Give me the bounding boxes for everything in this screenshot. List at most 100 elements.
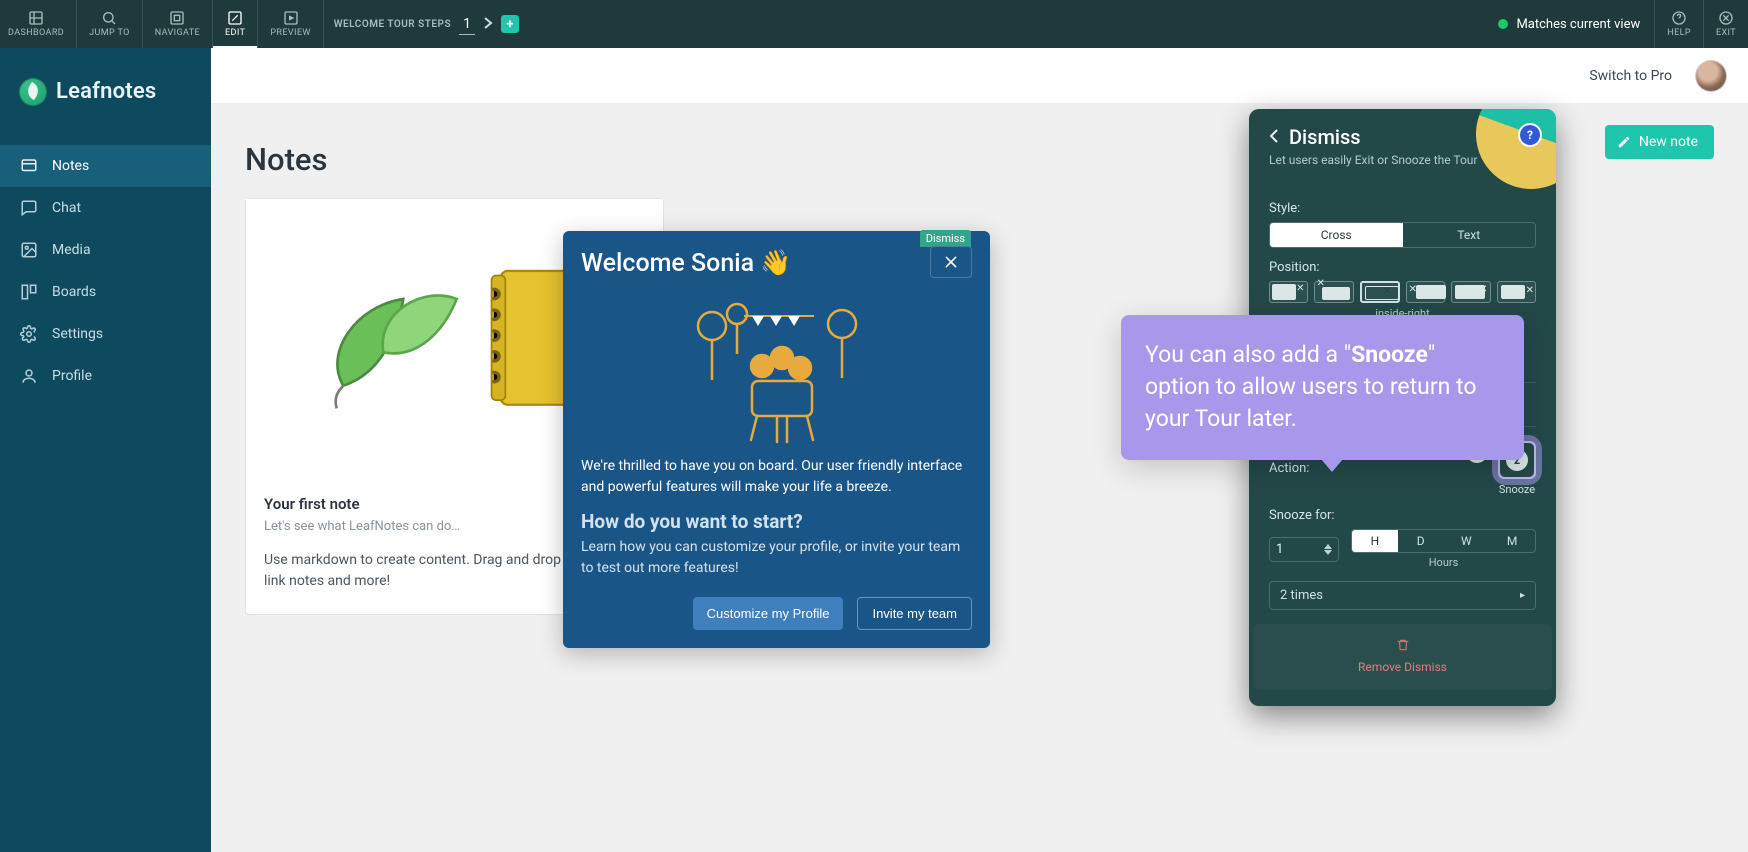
step-next-button[interactable]: [483, 17, 493, 32]
dismiss-element-tag[interactable]: Dismiss: [920, 230, 971, 247]
snooze-unit-segmented: H D W M: [1351, 529, 1536, 553]
spinner-up[interactable]: [1324, 544, 1332, 549]
topbar-label: EDIT: [225, 28, 245, 38]
style-option-text[interactable]: Text: [1403, 223, 1536, 247]
boards-icon: [20, 283, 38, 301]
position-option-far-right[interactable]: ✕: [1497, 281, 1536, 303]
leafnotes-sidebar: Leafnotes Notes Chat Media Boards Settin…: [0, 48, 211, 852]
style-segmented: Cross Text: [1269, 222, 1536, 248]
topbar-exit[interactable]: EXIT: [1704, 0, 1748, 48]
topbar-edit[interactable]: EDIT: [213, 0, 258, 48]
customize-profile-button[interactable]: Customize my Profile: [693, 597, 844, 630]
caret-right-icon: ▸: [1520, 590, 1525, 601]
number-spinner: [1324, 544, 1332, 555]
panel-subtitle: Let users easily Exit or Snooze the Tour: [1269, 153, 1536, 167]
welcome-modal: Welcome Sonia 👋 Dismiss We're thrilled: [563, 231, 990, 648]
close-icon: [943, 254, 959, 270]
sidebar-item-label: Profile: [52, 368, 92, 384]
unit-option-months[interactable]: M: [1489, 530, 1535, 552]
panel-back-button[interactable]: [1269, 128, 1279, 147]
status-text: Matches current view: [1516, 17, 1640, 32]
steps-label: WELCOME TOUR STEPS: [334, 19, 451, 30]
topbar-label: NAVIGATE: [155, 28, 200, 38]
sidebar-item-media[interactable]: Media: [0, 229, 211, 271]
topbar-label: JUMP TO: [89, 28, 130, 38]
invite-team-button[interactable]: Invite my team: [857, 597, 972, 630]
snooze-times-select[interactable]: 2 times ▸: [1269, 581, 1536, 610]
welcome-paragraph: We're thrilled to have you on board. Our…: [581, 456, 972, 498]
sidebar-item-label: Media: [52, 242, 91, 258]
topbar-label: DASHBOARD: [8, 28, 64, 38]
topbar-dashboard[interactable]: DASHBOARD: [0, 0, 77, 48]
sidebar-item-chat[interactable]: Chat: [0, 187, 211, 229]
new-note-button[interactable]: New note: [1605, 125, 1714, 159]
snooze-number-input[interactable]: 1: [1269, 537, 1339, 562]
leafnotes-header: Switch to Pro: [211, 48, 1748, 103]
style-label: Style:: [1269, 201, 1536, 216]
search-icon: [101, 10, 117, 26]
navigate-icon: [169, 10, 185, 26]
topbar-preview[interactable]: PREVIEW: [258, 0, 323, 48]
sidebar-item-label: Chat: [52, 200, 81, 216]
position-option-corner-right[interactable]: ✕: [1451, 281, 1490, 303]
trash-icon: [1396, 641, 1410, 656]
unit-option-days[interactable]: D: [1398, 530, 1444, 552]
new-note-icon: [1617, 135, 1631, 149]
welcome-paragraph: Learn how you can customize your profile…: [581, 537, 972, 579]
welcome-head: Welcome Sonia 👋 Dismiss: [563, 231, 990, 286]
gear-icon: [20, 325, 38, 343]
help-circle-icon: [1671, 10, 1687, 26]
switch-to-pro-link[interactable]: Switch to Pro: [1589, 68, 1672, 84]
sidebar-item-label: Boards: [52, 284, 96, 300]
step-number-input[interactable]: 1: [459, 14, 475, 35]
snooze-for-label: Snooze for:: [1269, 508, 1536, 523]
sidebar-item-profile[interactable]: Profile: [0, 355, 211, 397]
coach-tooltip: You can also add a "Snooze" option to al…: [1121, 315, 1524, 460]
snooze-controls: 1 H D W M Hours: [1269, 529, 1536, 569]
position-option-outer-left[interactable]: ✕: [1269, 281, 1308, 303]
add-step-button[interactable]: +: [501, 15, 519, 33]
sidebar-item-settings[interactable]: Settings: [0, 313, 211, 355]
position-option-inside-left[interactable]: ✕: [1406, 281, 1445, 303]
topbar-help[interactable]: HELP: [1654, 0, 1704, 48]
button-label: New note: [1639, 134, 1698, 150]
play-icon: [283, 10, 299, 26]
spinner-down[interactable]: [1324, 550, 1332, 555]
welcome-illustration: [563, 286, 990, 456]
input-value: 1: [1276, 542, 1283, 557]
image-icon: [20, 241, 38, 259]
user-icon: [20, 367, 38, 385]
welcome-title: Welcome Sonia 👋: [581, 249, 791, 278]
sidebar-item-label: Settings: [52, 326, 103, 342]
remove-dismiss-button[interactable]: Remove Dismiss: [1253, 660, 1552, 674]
unit-option-weeks[interactable]: W: [1444, 530, 1490, 552]
tooltip-text: You can also add a ": [1145, 341, 1351, 368]
brand-name: Leafnotes: [56, 79, 156, 104]
sidebar-item-notes[interactable]: Notes: [0, 145, 211, 187]
topbar-label: EXIT: [1716, 28, 1736, 38]
topbar-jumpto[interactable]: JUMP TO: [77, 0, 143, 48]
position-option-top-outside[interactable]: ✕: [1314, 281, 1353, 303]
welcome-close-button[interactable]: [930, 246, 972, 278]
dashboard-grid-icon: [28, 10, 44, 26]
chevron-right-icon: [483, 17, 493, 29]
brand[interactable]: Leafnotes: [0, 64, 211, 119]
unit-option-hours[interactable]: H: [1352, 530, 1398, 552]
select-value: 2 times: [1280, 588, 1323, 603]
style-option-cross[interactable]: Cross: [1270, 223, 1403, 247]
editor-topbar: DASHBOARD JUMP TO NAVIGATE EDIT PREVIEW …: [0, 0, 1748, 48]
user-avatar[interactable]: [1696, 61, 1726, 91]
action-label: Action:: [1269, 461, 1309, 476]
welcome-subheading: How do you want to start?: [581, 510, 972, 533]
sidebar-item-boards[interactable]: Boards: [0, 271, 211, 313]
chat-icon: [20, 199, 38, 217]
chevron-left-icon: [1269, 129, 1279, 143]
position-option-inside-right[interactable]: ✕: [1360, 281, 1400, 303]
sidebar-item-label: Notes: [52, 158, 89, 174]
tooltip-bold: Snooze: [1351, 341, 1428, 368]
snooze-option-label: Snooze: [1499, 483, 1535, 496]
people-balloons-icon: [682, 296, 872, 446]
topbar-label: HELP: [1667, 28, 1691, 38]
topbar-navigate[interactable]: NAVIGATE: [143, 0, 213, 48]
leaves-illustration-icon: [310, 259, 470, 419]
